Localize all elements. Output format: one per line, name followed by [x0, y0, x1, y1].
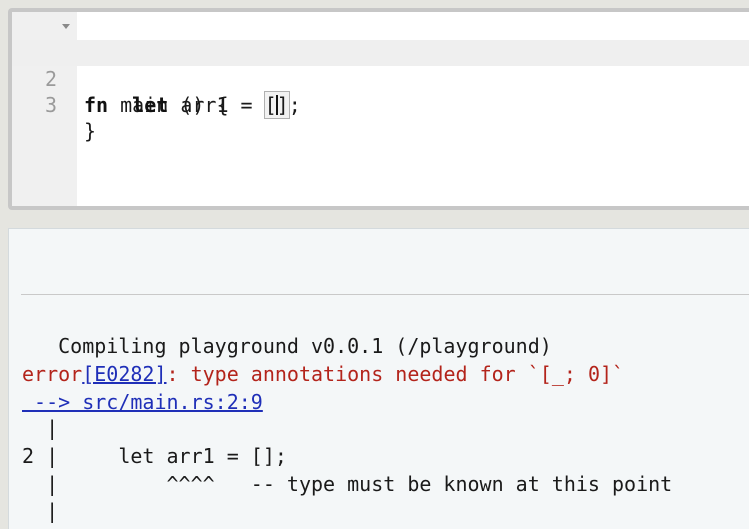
- code-line-3[interactable]: 3 }: [12, 66, 749, 143]
- source-location-link[interactable]: --> src/main.rs:2:9: [22, 390, 263, 414]
- bracket-match-highlight: []: [263, 91, 290, 119]
- diagnostic-pipe-line: |: [22, 416, 59, 440]
- code-text: let arr1 = [];: [84, 91, 301, 119]
- output-panel: Compiling playground v0.0.1 (/playground…: [8, 228, 749, 529]
- error-prefix: error: [22, 362, 83, 386]
- close-bracket: ]: [276, 93, 289, 117]
- code-text: }: [84, 119, 97, 143]
- editor-frame: 1 fn main () { 2 let arr1 = []; 3 }: [8, 8, 749, 210]
- code-line-1[interactable]: 1 fn main () {: [12, 14, 749, 117]
- code-fragment: arr1 =: [168, 93, 265, 117]
- line-number: 3: [44, 93, 57, 117]
- error-code-link[interactable]: [E0282]: [82, 362, 166, 386]
- code-line-2[interactable]: 2 let arr1 = [];: [12, 40, 749, 119]
- diagnostic-pipe-line: |: [22, 499, 59, 523]
- error-message: : type annotations needed for `[_; 0]`: [166, 362, 625, 386]
- location-line: --> src/main.rs:2:9: [22, 388, 263, 416]
- output-divider: [21, 294, 749, 295]
- keyword: let: [132, 93, 169, 117]
- error-line: error[E0282]: type annotations needed fo…: [22, 360, 624, 388]
- compiling-line: Compiling playground v0.0.1 (/playground…: [22, 334, 552, 358]
- code-editor[interactable]: 1 fn main () { 2 let arr1 = []; 3 }: [12, 12, 749, 206]
- diagnostic-marker-line: | ^^^^ -- type must be known at this poi…: [22, 472, 673, 496]
- code-fragment: ;: [288, 93, 301, 117]
- fold-arrow-icon[interactable]: [62, 24, 70, 29]
- diagnostic-source-line: 2 | let arr1 = [];: [22, 444, 287, 468]
